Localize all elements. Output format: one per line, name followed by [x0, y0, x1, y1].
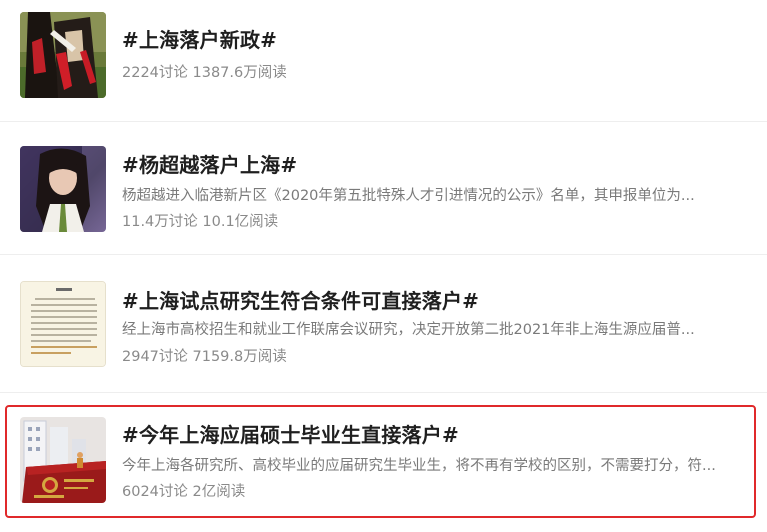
portrait-photo-icon	[20, 146, 106, 232]
selection-highlight-frame	[5, 405, 756, 518]
notice-document-icon	[21, 282, 105, 366]
topic-thumbnail-graduation[interactable]	[20, 12, 106, 98]
topic-list: #上海落户新政# 2224讨论 1387.6万阅读 #杨超越落户上海# 杨超越进…	[0, 0, 767, 532]
topic-item-shanghai-settlement-policy[interactable]: #上海落户新政# 2224讨论 1387.6万阅读	[0, 0, 767, 121]
topic-stats: 2224讨论 1387.6万阅读	[122, 65, 287, 81]
graduation-photo-icon	[20, 12, 106, 98]
topic-thumbnail-notice[interactable]	[20, 281, 106, 367]
topic-thumbnail-portrait[interactable]	[20, 146, 106, 232]
topic-stats: 11.4万讨论 10.1亿阅读	[122, 214, 279, 230]
topic-item-yang-chaoyue[interactable]: #杨超越落户上海# 杨超越进入临港新片区《2020年第五批特殊人才引进情况的公示…	[0, 122, 767, 253]
topic-title[interactable]: #上海试点研究生符合条件可直接落户#	[122, 285, 479, 314]
topic-title[interactable]: #杨超越落户上海#	[122, 149, 297, 178]
topic-stats: 2947讨论 7159.8万阅读	[122, 349, 287, 365]
topic-description: 经上海市高校招生和就业工作联席会议研究，决定开放第二批2021年非上海生源应届普…	[122, 322, 695, 338]
topic-title[interactable]: #上海落户新政#	[122, 24, 277, 53]
topic-item-graduate-settlement-pilot[interactable]: #上海试点研究生符合条件可直接落户# 经上海市高校招生和就业工作联席会议研究，决…	[0, 255, 767, 391]
topic-description: 杨超越进入临港新片区《2020年第五批特殊人才引进情况的公示》名单，其申报单位为…	[122, 188, 695, 204]
